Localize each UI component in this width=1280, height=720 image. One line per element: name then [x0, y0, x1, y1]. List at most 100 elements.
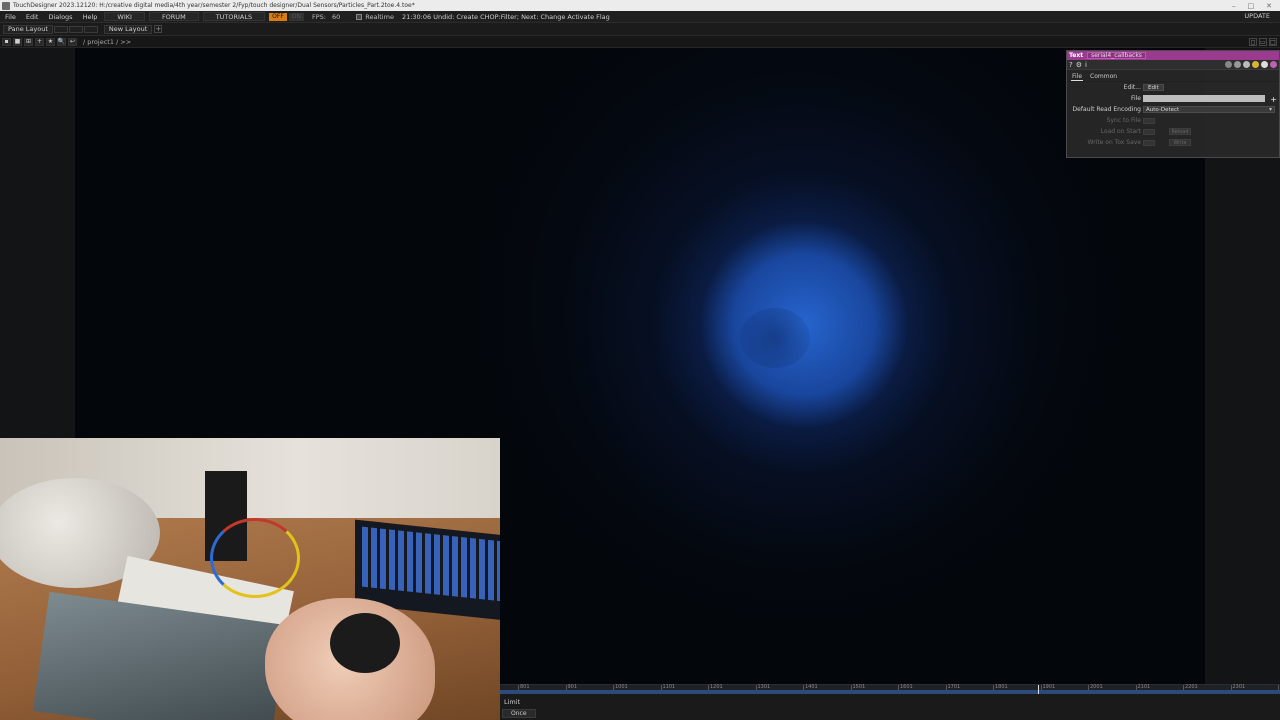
- param-header: Text serial4_callbacks: [1067, 51, 1279, 60]
- wiki-button[interactable]: WIKI: [104, 12, 145, 21]
- refresh-icon[interactable]: [1243, 61, 1250, 68]
- status-message: 21:30:06 Undid: Create CHOP:Filter; Next…: [401, 12, 610, 21]
- timeline-tick: 2301: [1230, 684, 1246, 690]
- path-bar: ▪ ■ ⊞ + ★ 🔍 ↩ / project1 / >>: [0, 36, 1280, 48]
- timeline-tick: 1101: [660, 684, 676, 690]
- star-icon[interactable]: ★: [46, 37, 55, 46]
- back-icon[interactable]: ↩: [68, 37, 77, 46]
- tutorials-button[interactable]: TUTORIALS: [202, 12, 266, 21]
- network-path[interactable]: / project1 / >>: [83, 38, 131, 46]
- python-icon[interactable]: ⚙: [1076, 61, 1082, 69]
- operator-type: Text: [1069, 52, 1084, 59]
- param-row-edit: Edit... Edit: [1067, 82, 1279, 93]
- comment-icon[interactable]: [1234, 61, 1241, 68]
- timeline-tick: 1701: [945, 684, 961, 690]
- minimize-button[interactable]: –: [1232, 2, 1236, 10]
- timeline-tick: 801: [518, 684, 530, 690]
- menu-help[interactable]: Help: [78, 13, 103, 21]
- timeline-tick: 2201: [1183, 684, 1198, 690]
- write-label: Write on Tox Save: [1087, 139, 1141, 146]
- menubar: File Edit Dialogs Help WIKI FORUM TUTORI…: [0, 11, 1280, 23]
- param-row-load: Load on Start Reload: [1067, 126, 1279, 137]
- pane-close-icon[interactable]: □: [1269, 38, 1277, 46]
- param-row-write: Write on Tox Save Write: [1067, 137, 1279, 148]
- timeline-tick: 1301: [755, 684, 771, 690]
- tab-common[interactable]: Common: [1089, 73, 1118, 80]
- cam-wires: [210, 518, 300, 598]
- layout-slot-1[interactable]: [53, 25, 68, 33]
- cam-joystick: [330, 613, 400, 673]
- param-row-file: File +: [1067, 93, 1279, 104]
- edit-label: Edit...: [1123, 84, 1141, 91]
- realtime-checkbox[interactable]: [356, 13, 363, 20]
- timeline-controls: Limit Once: [500, 694, 1280, 720]
- reload-button[interactable]: Reload: [1169, 128, 1191, 135]
- webcam-overlay: [0, 438, 500, 720]
- pane-maximize-icon[interactable]: ▭: [1259, 38, 1267, 46]
- timeline-tick: 1901: [1040, 684, 1056, 690]
- param-icon-bar: ? ⚙ i: [1067, 60, 1279, 70]
- menu-icon[interactable]: ▪: [2, 37, 11, 46]
- color-icon[interactable]: [1252, 61, 1259, 68]
- menu-dialogs[interactable]: Dialogs: [43, 13, 77, 21]
- timeline-tick: 2101: [1135, 684, 1151, 690]
- timeline-tick: 1001: [613, 684, 628, 690]
- timeline[interactable]: 801 901 1001 1101 1201 1301 1401 1501 1601 1701 18…: [500, 684, 1280, 695]
- pencil-icon[interactable]: [1225, 61, 1232, 68]
- operator-name-field[interactable]: serial4_callbacks: [1087, 52, 1146, 59]
- forum-button[interactable]: FORUM: [148, 12, 199, 21]
- plus-icon[interactable]: [1261, 61, 1268, 68]
- file-browse-icon[interactable]: +: [1270, 95, 1277, 104]
- menu-file[interactable]: File: [0, 13, 21, 21]
- window-controls: – □ ✕: [1232, 0, 1272, 11]
- encoding-select[interactable]: Auto-Detect: [1143, 106, 1275, 113]
- timeline-tick: 1501: [850, 684, 866, 690]
- info-icon[interactable]: i: [1085, 61, 1087, 69]
- layout-slot-2[interactable]: [68, 25, 83, 33]
- realtime-label: Realtime: [365, 12, 394, 21]
- once-button[interactable]: Once: [502, 709, 536, 718]
- sync-toggle[interactable]: [1143, 117, 1155, 124]
- file-label: File: [1130, 95, 1141, 102]
- add-icon[interactable]: +: [35, 37, 44, 46]
- timeline-tick: 1401: [803, 684, 818, 690]
- pane-split-icon[interactable]: ◻: [1249, 38, 1257, 46]
- parameter-panel: Text serial4_callbacks ? ⚙ i File Common…: [1066, 50, 1280, 158]
- timeline-tick: 1201: [708, 684, 723, 690]
- param-row-sync: Sync to File: [1067, 115, 1279, 126]
- write-button[interactable]: Write: [1169, 139, 1191, 146]
- write-toggle[interactable]: [1143, 139, 1155, 146]
- fps-value: 60: [331, 12, 341, 21]
- pane-controls: ◻ ▭ □: [1249, 38, 1277, 46]
- tab-file[interactable]: File: [1071, 73, 1084, 81]
- perform-mode-off[interactable]: OFF: [269, 12, 287, 21]
- fps-label: FPS:: [311, 12, 326, 21]
- load-toggle[interactable]: [1143, 128, 1155, 135]
- pane-layout-button[interactable]: Pane Layout: [3, 24, 53, 34]
- update-button[interactable]: UPDATE: [1244, 12, 1270, 20]
- close-button[interactable]: ✕: [1266, 2, 1272, 10]
- search-icon[interactable]: 🔍: [57, 37, 66, 46]
- param-row-encoding: Default Read Encoding Auto-Detect: [1067, 104, 1279, 115]
- param-tabs: File Common: [1067, 72, 1279, 82]
- timeline-tick: 1801: [993, 684, 1008, 690]
- menu-edit[interactable]: Edit: [21, 13, 44, 21]
- limit-label: Limit: [504, 698, 521, 706]
- file-input[interactable]: [1143, 95, 1265, 102]
- sync-label: Sync to File: [1106, 117, 1141, 124]
- layout-slot-3[interactable]: [83, 25, 98, 33]
- param-right-icons: [1225, 61, 1277, 68]
- add-layout-icon[interactable]: +: [154, 25, 163, 33]
- new-layout-button[interactable]: New Layout: [103, 24, 153, 34]
- help-icon[interactable]: ?: [1069, 61, 1073, 69]
- perform-mode-on[interactable]: ON: [288, 12, 304, 21]
- edit-button[interactable]: Edit: [1143, 84, 1164, 91]
- maximize-button[interactable]: □: [1248, 2, 1255, 10]
- encoding-label: Default Read Encoding: [1072, 106, 1141, 113]
- timeline-tick: 1601: [898, 684, 913, 690]
- globe-icon[interactable]: [1270, 61, 1277, 68]
- timeline-tick: 2001: [1088, 684, 1103, 690]
- window-titlebar: TouchDesigner 2023.12120: H:/creative di…: [0, 0, 1280, 11]
- stop-icon[interactable]: ■: [13, 37, 22, 46]
- grid-icon[interactable]: ⊞: [24, 37, 33, 46]
